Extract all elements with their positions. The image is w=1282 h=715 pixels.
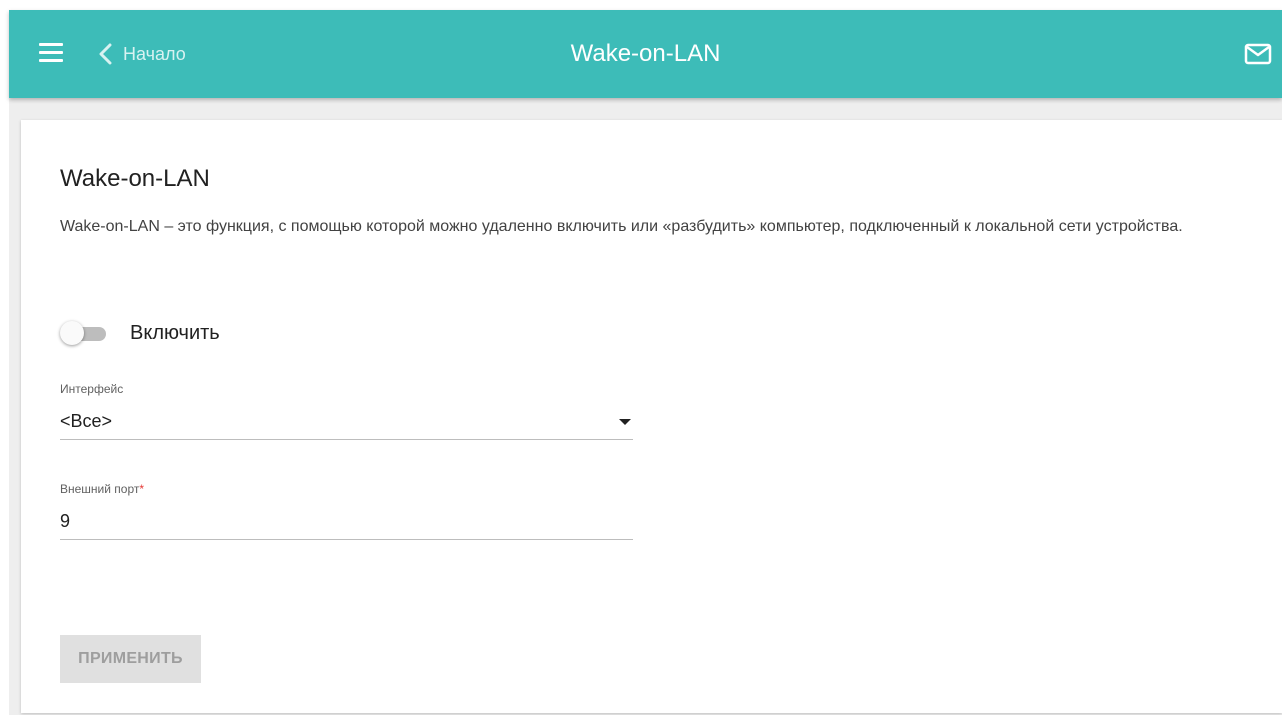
card-title: Wake-on-LAN (60, 165, 210, 192)
wol-settings-card: Wake-on-LAN Wake-on-LAN – это функция, с… (21, 120, 1282, 713)
external-port-input[interactable]: 9 (60, 504, 633, 540)
external-port-label-text: Внешний порт (60, 482, 140, 496)
external-port-field: Внешний порт* 9 (60, 482, 633, 540)
app-frame: Начало Wake-on-LAN Wake-on-LAN Wake-on-L… (9, 10, 1282, 715)
top-app-bar: Начало Wake-on-LAN (9, 10, 1282, 98)
switch-thumb (60, 321, 84, 345)
card-description: Wake-on-LAN – это функция, с помощью кот… (60, 218, 1183, 235)
dropdown-arrow-icon (619, 418, 631, 425)
page-title: Wake-on-LAN (570, 40, 721, 67)
interface-value: <Все> (60, 411, 113, 431)
interface-select[interactable]: <Все> (60, 404, 633, 440)
mail-icon[interactable] (1244, 43, 1272, 65)
interface-label: Интерфейс (60, 382, 124, 396)
external-port-value: 9 (60, 511, 71, 531)
enable-switch[interactable] (60, 320, 106, 346)
external-port-label: Внешний порт* (60, 482, 633, 496)
enable-toggle[interactable]: Включить (60, 316, 220, 350)
required-mark: * (139, 482, 145, 496)
interface-field: Интерфейс <Все> (60, 382, 633, 440)
enable-toggle-label: Включить (130, 321, 220, 344)
apply-button[interactable]: ПРИМЕНИТЬ (60, 635, 201, 683)
